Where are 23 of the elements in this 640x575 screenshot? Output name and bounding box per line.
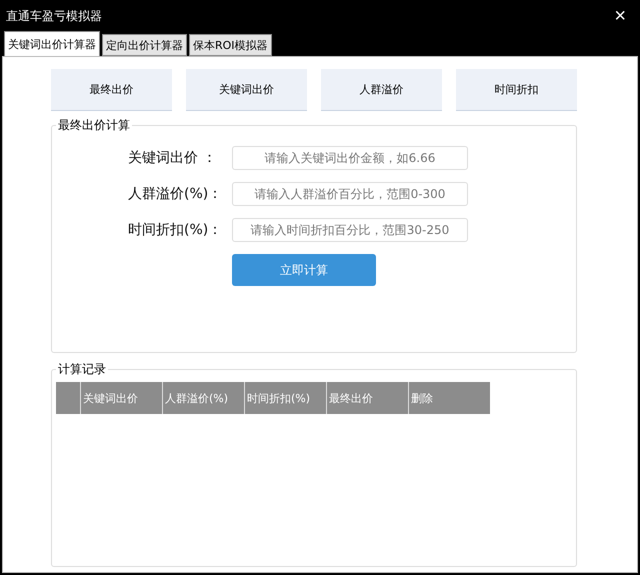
nav-button[interactable]: 最终出价: [51, 69, 172, 111]
table-header-cell: [56, 382, 80, 414]
table-header-cell: 时间折扣(%): [244, 382, 326, 414]
table-header-cell: 人群溢价(%): [162, 382, 244, 414]
close-button[interactable]: ×: [610, 6, 630, 26]
nav-button[interactable]: 时间折扣: [456, 69, 577, 111]
table-header-cell: 删除: [408, 382, 490, 414]
panel-title: 计算记录: [57, 361, 107, 378]
field-label: 人群溢价(%)：: [128, 185, 224, 203]
input-field[interactable]: 请输入关键词出价金额，如6.66: [232, 146, 468, 170]
tab[interactable]: 定向出价计算器: [102, 34, 187, 56]
tab[interactable]: 保本ROI模拟器: [189, 34, 272, 56]
field-label: 关键词出价 ：: [128, 149, 218, 167]
table-header-cell: 最终出价: [326, 382, 408, 414]
table-header-cell: 关键词出价: [80, 382, 162, 414]
panel-title: 最终出价计算: [57, 117, 131, 134]
window-title: 直通车盈亏模拟器: [6, 8, 102, 24]
input-field[interactable]: 请输入人群溢价百分比，范围0-300: [232, 182, 468, 206]
tab[interactable]: 关键词出价计算器: [4, 31, 100, 56]
input-field[interactable]: 请输入时间折扣百分比，范围30-250: [232, 218, 468, 242]
field-label: 时间折扣(%)：: [128, 221, 224, 239]
nav-button[interactable]: 关键词出价: [186, 69, 307, 111]
nav-button[interactable]: 人群溢价: [321, 69, 442, 111]
